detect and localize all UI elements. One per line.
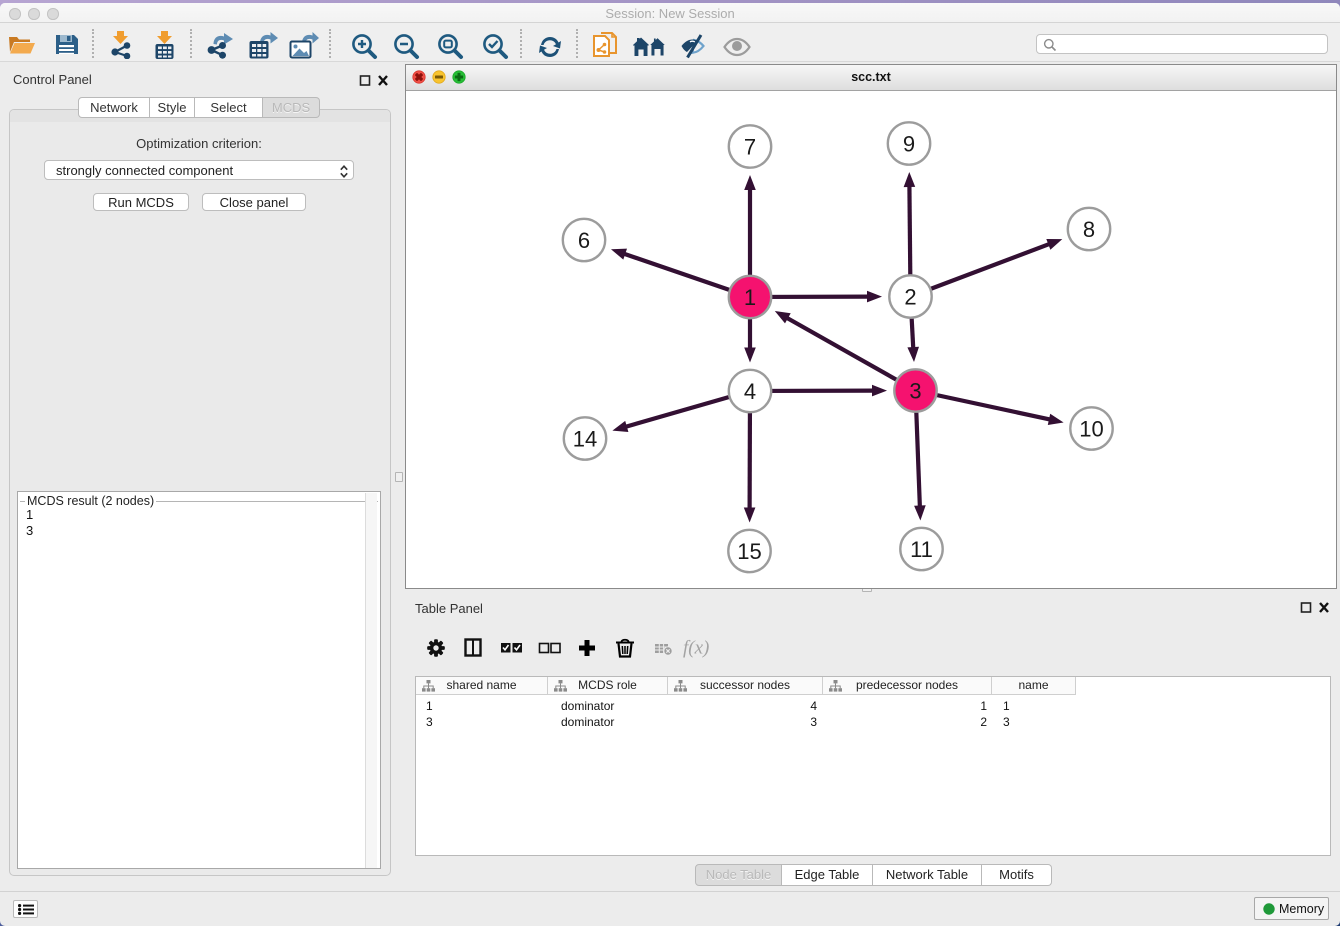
svg-text:4: 4 xyxy=(744,379,756,404)
svg-text:8: 8 xyxy=(1083,217,1095,242)
svg-text:3: 3 xyxy=(909,378,921,403)
svg-text:2: 2 xyxy=(904,284,916,309)
svg-text:11: 11 xyxy=(910,537,933,562)
svg-text:6: 6 xyxy=(578,228,590,253)
svg-text:f(x): f(x) xyxy=(683,638,709,658)
svg-text:7: 7 xyxy=(744,134,756,159)
svg-text:15: 15 xyxy=(737,539,761,564)
svg-text:1: 1 xyxy=(744,285,756,310)
svg-text:9: 9 xyxy=(903,131,915,156)
svg-text:14: 14 xyxy=(573,426,597,451)
svg-text:10: 10 xyxy=(1079,416,1103,441)
